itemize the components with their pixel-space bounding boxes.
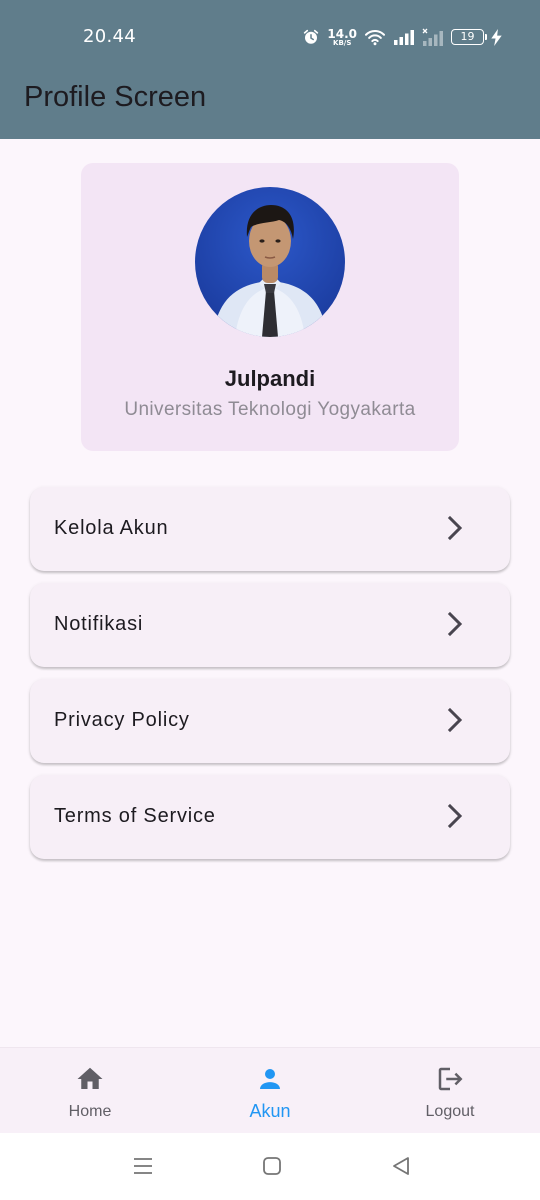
nav-item-label: Home <box>68 1103 112 1120</box>
menu-item-label: Privacy Policy <box>54 709 190 731</box>
chevron-right-icon <box>447 611 463 637</box>
status-bar: 20.44 14.0 KB/S 19 <box>0 0 540 72</box>
profile-university: Universitas Teknologi Yogyakarta <box>124 399 416 420</box>
nav-item-label: Logout <box>425 1103 475 1120</box>
net-speed: 14.0 KB/S <box>327 28 357 47</box>
home-icon <box>77 1067 103 1089</box>
wifi-icon <box>364 28 386 46</box>
nav-item-akun[interactable]: Akun <box>180 1048 360 1134</box>
alarm-icon <box>302 28 320 46</box>
battery-icon: 19 <box>451 29 487 45</box>
signal-icon <box>393 29 415 45</box>
status-icons: 14.0 KB/S 19 <box>302 24 502 50</box>
profile-card: Julpandi Universitas Teknologi Yogyakart… <box>81 163 459 451</box>
menu-item-kelola-akun[interactable]: Kelola Akun <box>30 487 510 571</box>
net-speed-unit: KB/S <box>333 38 352 47</box>
recent-apps-icon[interactable] <box>133 1155 153 1177</box>
home-square-icon[interactable] <box>262 1155 282 1177</box>
signal-no-service-icon <box>422 28 444 46</box>
avatar <box>195 187 345 337</box>
bottom-navigation: Home Akun Logout <box>0 1047 540 1133</box>
menu-item-label: Notifikasi <box>54 613 144 635</box>
menu-item-terms-of-service[interactable]: Terms of Service <box>30 775 510 859</box>
system-navigation-bar <box>0 1133 540 1200</box>
nav-item-label: Akun <box>249 1101 291 1121</box>
nav-item-home[interactable]: Home <box>0 1048 180 1134</box>
app-bar: Profile Screen <box>0 72 540 139</box>
person-icon <box>260 1069 280 1089</box>
chevron-right-icon <box>447 707 463 733</box>
menu-item-privacy-policy[interactable]: Privacy Policy <box>30 679 510 763</box>
page-title: Profile Screen <box>24 81 207 113</box>
back-triangle-icon[interactable] <box>391 1155 411 1177</box>
menu-item-label: Terms of Service <box>54 805 216 827</box>
menu-item-notifikasi[interactable]: Notifikasi <box>30 583 510 667</box>
chevron-right-icon <box>447 803 463 829</box>
status-time: 20.44 <box>83 26 137 47</box>
profile-name: Julpandi <box>224 366 316 391</box>
menu-item-label: Kelola Akun <box>54 517 169 539</box>
net-speed-value: 14.0 <box>327 26 357 41</box>
charging-icon <box>491 28 502 46</box>
logout-icon <box>438 1067 463 1091</box>
nav-item-logout[interactable]: Logout <box>360 1048 540 1134</box>
chevron-right-icon <box>447 515 463 541</box>
